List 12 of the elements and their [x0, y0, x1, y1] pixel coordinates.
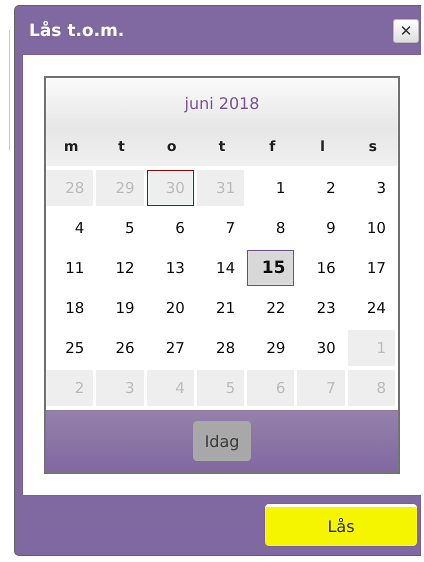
dialog-title: Lås t.o.m.	[29, 20, 124, 40]
weekday-label: o	[146, 128, 197, 166]
day-cell[interactable]: 15	[247, 250, 294, 286]
month-title: juni 2018	[184, 94, 260, 112]
weekday-label: f	[247, 128, 298, 166]
close-button[interactable]: ✕	[393, 18, 419, 42]
weekday-label: s	[348, 128, 398, 166]
weekday-label: m	[46, 128, 96, 166]
weekday-label: l	[297, 128, 348, 166]
lock-button[interactable]: Lås	[265, 504, 417, 546]
weekday-label: t	[196, 128, 248, 166]
weekday-label: t	[96, 128, 147, 166]
